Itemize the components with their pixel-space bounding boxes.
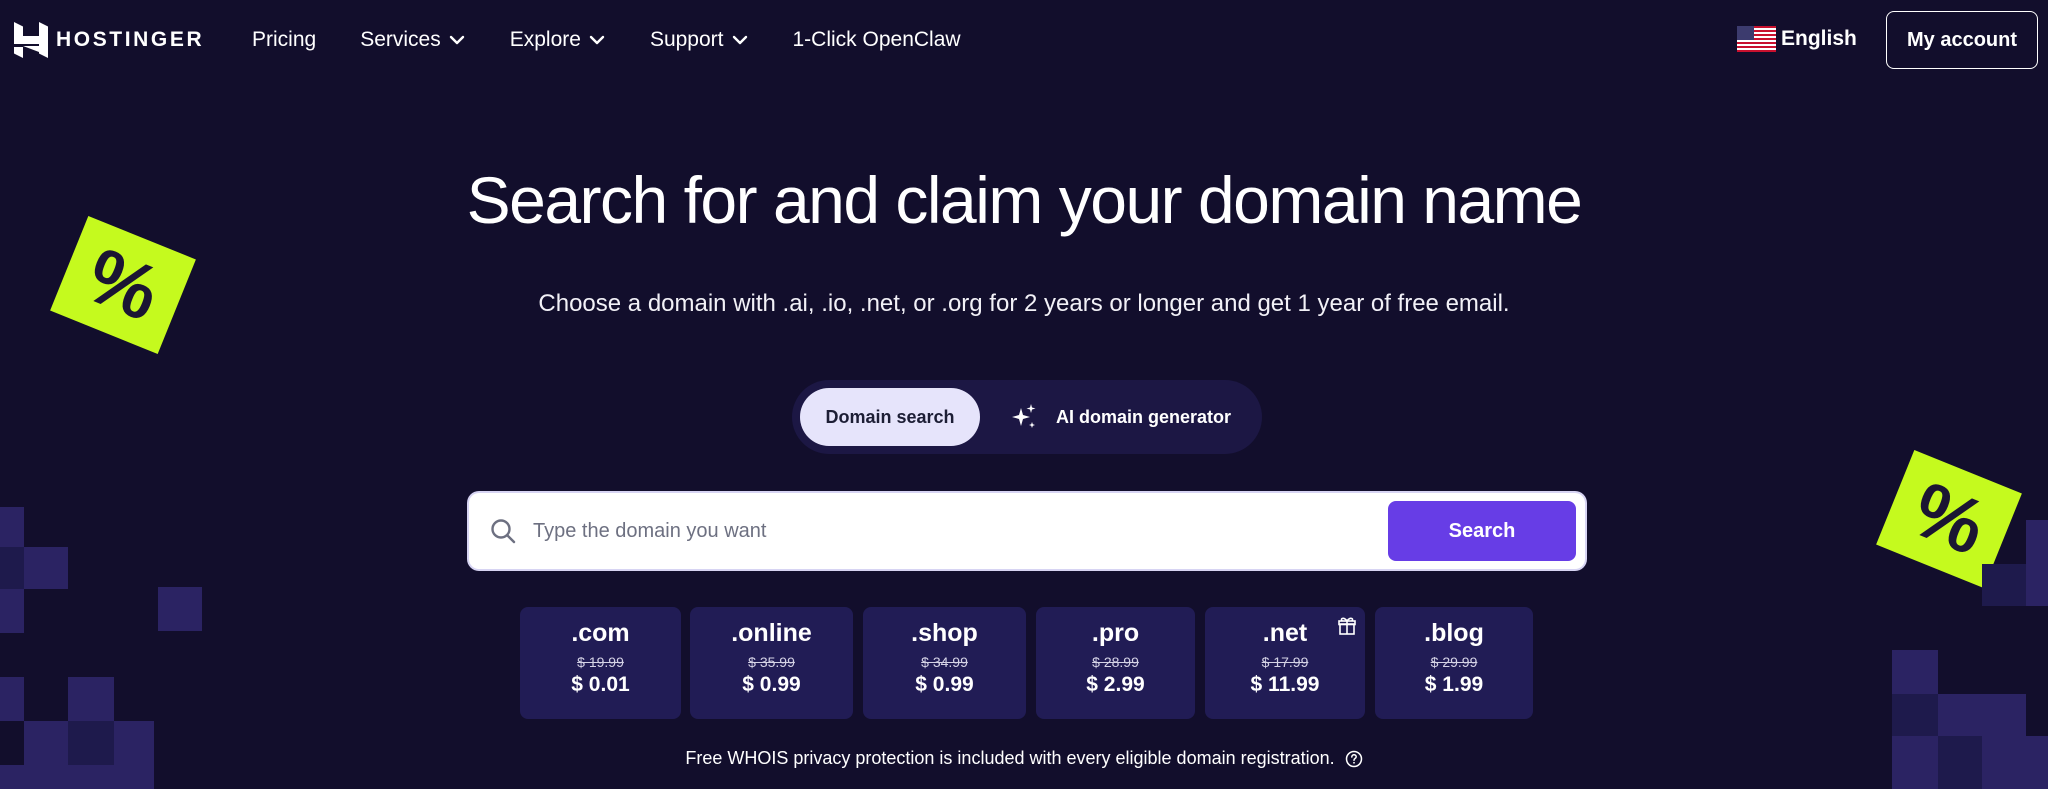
pixel-decoration [24,547,68,589]
tld-old-price: $ 34.99 [921,654,968,670]
nav-openclaw[interactable]: 1-Click OpenClaw [793,28,961,52]
nav-explore[interactable]: Explore [510,28,606,52]
tab-ai-label: AI domain generator [1056,406,1232,427]
tld-name: .blog [1424,619,1484,647]
help-circle-icon[interactable] [1345,750,1363,768]
tld-name: .online [731,619,812,647]
tld-price: $ 1.99 [1424,673,1484,696]
nav-label: 1-Click OpenClaw [792,28,961,51]
tld-price: $ 2.99 [1086,673,1145,696]
tld-old-price: $ 17.99 [1261,654,1309,670]
nav-label: Explore [509,28,581,51]
page-title: Search for and claim your domain name [466,163,1583,237]
nav-services[interactable]: Services [360,28,466,52]
domain-search-input[interactable] [533,511,1333,551]
pixel-decoration [2026,520,2048,564]
hostinger-logo[interactable]: HOSTINGER [14,22,204,58]
nav-support[interactable]: Support [650,28,749,52]
nav-label: Services [360,28,441,51]
pixel-decoration [0,677,24,721]
whois-note-text: Free WHOIS privacy protection is include… [685,748,1335,768]
search-button[interactable]: Search [1388,501,1576,561]
tld-old-price: $ 29.99 [1430,654,1478,670]
pixel-decoration [158,587,202,631]
pixel-decoration [68,677,114,721]
pixel-decoration [1892,694,1938,736]
us-flag-icon [1737,26,1776,52]
search-mode-tabs: Domain search AI domain generator [792,380,1262,454]
pixel-decoration [0,507,24,547]
chevron-down-icon [732,35,747,45]
tld-old-price: $ 19.99 [577,654,624,670]
tld-card-online[interactable]: .online $ 35.99 $ 0.99 [690,607,853,719]
tld-price: $ 0.99 [742,673,801,696]
pixel-decoration [1938,694,1982,736]
search-icon [491,519,516,544]
brand-name: HOSTINGER [56,28,205,51]
chevron-down-icon [449,35,464,45]
tld-name: .com [571,619,630,647]
domain-search-bar: Search [469,493,1585,569]
whois-note: Free WHOIS privacy protection is include… [0,748,2048,769]
tld-card-pro[interactable]: .pro $ 28.99 $ 2.99 [1036,607,1195,719]
nav-pricing[interactable]: Pricing [252,28,316,52]
tld-card-com[interactable]: .com $ 19.99 $ 0.01 [520,607,681,719]
hostinger-logo-icon [14,22,48,58]
chevron-down-icon [589,35,605,45]
tld-old-price: $ 28.99 [1092,654,1139,670]
my-account-button[interactable]: My account [1886,11,2038,69]
main-nav: Pricing Services Explore Support 1-Click… [252,0,1005,80]
tab-ai-domain-generator[interactable]: AI domain generator [1010,388,1231,446]
language-selector[interactable]: English [1737,26,1857,52]
pixel-decoration [1982,564,2026,606]
tld-card-blog[interactable]: .blog $ 29.99 $ 1.99 [1375,607,1533,719]
language-label: English [1781,27,1857,50]
nav-label: Pricing [252,28,317,51]
tld-price: $ 0.99 [915,673,974,696]
tld-card-shop[interactable]: .shop $ 34.99 $ 0.99 [863,607,1026,719]
pixel-decoration [1982,694,2026,736]
pixel-decoration [2026,564,2048,606]
tld-card-net[interactable]: .net $ 17.99 $ 11.99 [1205,607,1365,719]
pixel-decoration [0,589,24,633]
nav-label: Support [649,28,724,51]
page-subtitle: Choose a domain with .ai, .io, .net, or … [538,290,1510,317]
tld-price: $ 11.99 [1250,673,1320,696]
tld-name: .shop [911,619,978,647]
sparkles-icon [1012,404,1036,428]
tld-old-price: $ 35.99 [748,654,795,670]
tld-name: .pro [1091,619,1140,647]
tld-price: $ 0.01 [571,673,630,696]
tld-name: .net [1262,619,1308,647]
tab-domain-search[interactable]: Domain search [800,388,980,446]
pixel-decoration [0,547,24,589]
pixel-decoration [1892,650,1938,694]
top-navigation: HOSTINGER Pricing Services Explore Suppo… [0,0,2048,80]
